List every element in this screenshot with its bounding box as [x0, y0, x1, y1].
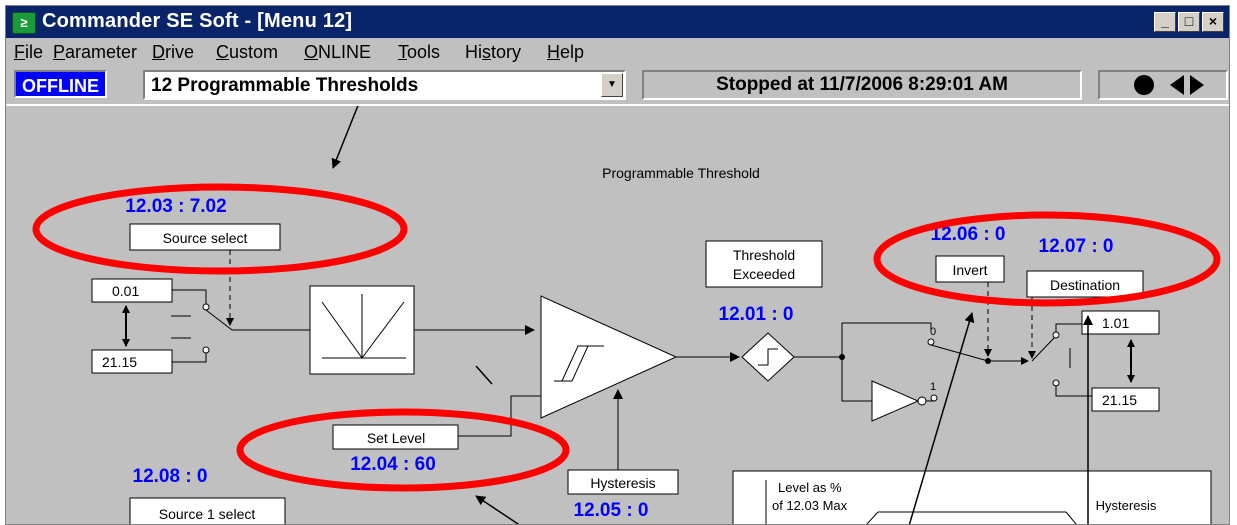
dest-min-value: 1.01 — [1102, 315, 1129, 331]
playback-controls — [1098, 70, 1228, 100]
destination-label: Destination — [1050, 277, 1120, 293]
menu-tools[interactable]: Tools — [398, 42, 440, 63]
level-pct-line2: of 12.03 Max — [772, 498, 848, 513]
threshold-exceeded-line2: Exceeded — [733, 266, 795, 282]
graph-hysteresis-label: Hysteresis — [1096, 498, 1157, 513]
diagram-title: Programmable Threshold — [602, 165, 760, 181]
source-max-value: 21.15 — [102, 354, 137, 370]
dest-wire-bottom — [1055, 386, 1092, 397]
menu-selector-value: 12 Programmable Thresholds — [151, 75, 419, 96]
switch-1-label: 1 — [930, 381, 936, 393]
record-icon[interactable] — [1134, 75, 1154, 95]
menu-selector[interactable]: 12 Programmable Thresholds ▼ — [143, 70, 626, 100]
title-bar[interactable]: ≥ Commander SE Soft - [Menu 12] _ □ × — [6, 6, 1229, 38]
level-pct-line1: Level as % — [778, 480, 842, 495]
app-logo-icon: ≥ — [12, 12, 36, 34]
maximize-button[interactable]: □ — [1178, 12, 1200, 32]
invert-label: Invert — [952, 262, 987, 278]
source-contact-bottom — [202, 346, 210, 354]
comparator-triangle[interactable] — [540, 295, 678, 419]
step-back-icon[interactable] — [1170, 75, 1184, 95]
annotation-arrow-2 — [475, 495, 520, 524]
set-level-param-value[interactable]: 12.04 : 60 — [350, 454, 436, 475]
offline-indicator[interactable]: OFFLINE — [14, 70, 107, 98]
invert-contact-1 — [930, 394, 938, 402]
dest-wire-top — [1055, 323, 1082, 332]
hysteresis-label: Hysteresis — [590, 475, 655, 491]
menu-parameter[interactable]: Parameter — [53, 42, 137, 63]
switch-0-label: 0 — [930, 326, 936, 338]
toolbar: OFFLINE 12 Programmable Thresholds ▼ Sto… — [6, 66, 1229, 104]
step-forward-icon[interactable] — [1190, 75, 1204, 95]
dest-switch-blade — [1031, 337, 1055, 362]
dest-max-value: 21.15 — [1102, 392, 1137, 408]
menu-custom[interactable]: Custom — [216, 42, 278, 63]
close-button[interactable]: × — [1202, 12, 1224, 32]
dropdown-arrow-icon[interactable]: ▼ — [601, 73, 623, 97]
annotation-arrow-1 — [331, 106, 359, 169]
source1-param-value[interactable]: 12.08 : 0 — [133, 466, 208, 487]
window-title: Commander SE Soft - [Menu 12] — [42, 10, 353, 32]
source1-select-label: Source 1 select — [159, 506, 256, 522]
menu-file[interactable]: File — [14, 42, 43, 63]
source-min-value: 0.01 — [112, 283, 139, 299]
diagram-canvas: Programmable Threshold 12.03 : 7.02 Sour… — [6, 104, 1229, 524]
dest-param-value[interactable]: 12.07 : 0 — [1039, 236, 1114, 257]
app-window: ≥ Commander SE Soft - [Menu 12] _ □ × Fi… — [5, 5, 1230, 525]
source-param-value[interactable]: 12.03 : 7.02 — [125, 196, 226, 217]
annotation-arrow-3 — [475, 365, 493, 385]
dest-contact-top — [1052, 331, 1060, 339]
hysteresis-param-value[interactable]: 12.05 : 0 — [574, 500, 649, 521]
dest-contact-bottom — [1052, 379, 1060, 387]
menu-online[interactable]: ONLINE — [304, 42, 371, 63]
invert-contact-0 — [927, 338, 935, 346]
status-display: Stopped at 11/7/2006 8:29:01 AM — [642, 70, 1082, 100]
invert-bottom-path — [841, 357, 872, 402]
inverter-triangle[interactable] — [871, 380, 920, 422]
source-wire-top — [172, 289, 207, 304]
set-level-label: Set Level — [367, 430, 425, 446]
inverter-bubble — [917, 396, 927, 406]
menu-bar: File Parameter Drive Custom ONLINE Tools… — [6, 38, 1229, 66]
source-wire-bottom — [172, 353, 207, 363]
invert-top-path — [841, 322, 932, 357]
threshold-exceeded-line1: Threshold — [733, 247, 795, 263]
threshold-param-value[interactable]: 12.01 : 0 — [719, 304, 794, 325]
source-select-label: Source select — [163, 230, 248, 246]
menu-drive[interactable]: Drive — [152, 42, 194, 63]
source-switch-blade — [205, 309, 233, 331]
minimize-button[interactable]: _ — [1154, 12, 1176, 32]
menu-history[interactable]: History — [465, 42, 521, 63]
annotation-ellipse-set-level — [236, 408, 570, 492]
menu-help[interactable]: Help — [547, 42, 584, 63]
source-contact-top — [202, 303, 210, 311]
